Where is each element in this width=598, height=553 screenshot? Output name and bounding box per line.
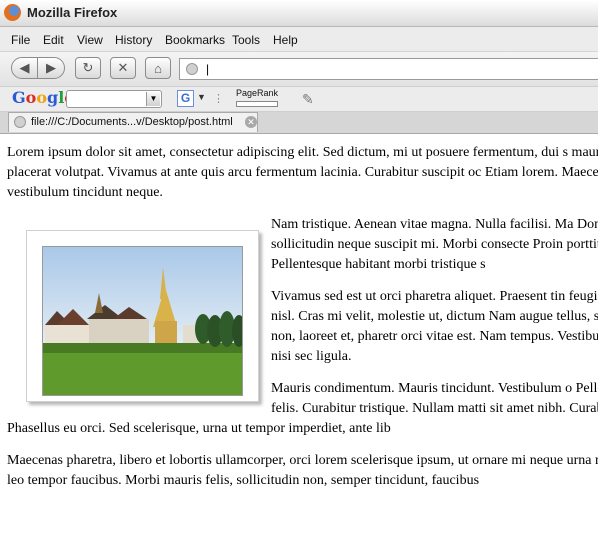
url-input[interactable]: |: [206, 62, 209, 76]
tab-label: file:///C:/Documents...v/Desktop/post.ht…: [31, 116, 233, 128]
close-icon[interactable]: ✕: [245, 116, 257, 128]
forward-button[interactable]: ▶: [37, 57, 65, 79]
firefox-logo-icon: [4, 4, 21, 21]
back-arrow-icon: ◀: [19, 60, 30, 75]
menu-help[interactable]: Help: [273, 33, 298, 47]
menu-bookmarks[interactable]: Bookmarks: [165, 33, 225, 47]
tab-post[interactable]: file:///C:/Documents...v/Desktop/post.ht…: [8, 112, 258, 132]
forward-arrow-icon: ▶: [46, 60, 56, 75]
page-icon: [186, 63, 198, 75]
temple-photo: [42, 246, 243, 396]
image-frame: [26, 230, 259, 402]
pagerank-bar: [236, 101, 278, 107]
chevron-down-icon[interactable]: ▼: [146, 92, 160, 106]
stop-button[interactable]: ✕: [110, 57, 136, 79]
home-icon: ⌂: [154, 60, 162, 76]
paragraph-5: Maecenas pharetra, libero et lobortis ul…: [7, 453, 598, 488]
pagerank-label[interactable]: PageRank: [236, 88, 278, 98]
navigation-toolbar: ◀ ▶ ↻ ✕ ⌂ |: [0, 52, 598, 87]
menu-edit[interactable]: Edit: [43, 33, 64, 47]
paragraph-1: Lorem ipsum dolor sit amet, consectetur …: [7, 145, 598, 200]
pencil-icon[interactable]: ✎: [302, 91, 314, 108]
reload-icon: ↻: [82, 60, 94, 75]
stop-icon: ✕: [117, 60, 129, 75]
google-search-input[interactable]: ▼: [66, 90, 162, 108]
menu-file[interactable]: File: [11, 33, 30, 47]
url-bar[interactable]: |: [179, 58, 598, 80]
menu-view[interactable]: View: [77, 33, 103, 47]
window-title: Mozilla Firefox: [27, 5, 118, 20]
page-content: Lorem ipsum dolor sit amet, consectetur …: [0, 134, 598, 553]
title-bar: Mozilla Firefox: [0, 0, 598, 27]
reload-button[interactable]: ↻: [75, 57, 101, 79]
page-icon: [14, 116, 26, 128]
google-toolbar: Google ▼ G ▼ ⋮ PageRank ✎: [0, 87, 598, 112]
menu-tools[interactable]: Tools: [232, 33, 260, 47]
menu-bar: File Edit View History Bookmarks Tools H…: [0, 27, 598, 52]
tab-bar: file:///C:/Documents...v/Desktop/post.ht…: [0, 112, 598, 134]
menu-history[interactable]: History: [115, 33, 152, 47]
google-search-button[interactable]: G: [177, 90, 194, 107]
home-button[interactable]: ⌂: [145, 57, 171, 79]
chevron-down-icon[interactable]: ▼: [197, 92, 206, 102]
back-button[interactable]: ◀: [11, 57, 38, 79]
separator-icon: ⋮: [213, 93, 224, 105]
